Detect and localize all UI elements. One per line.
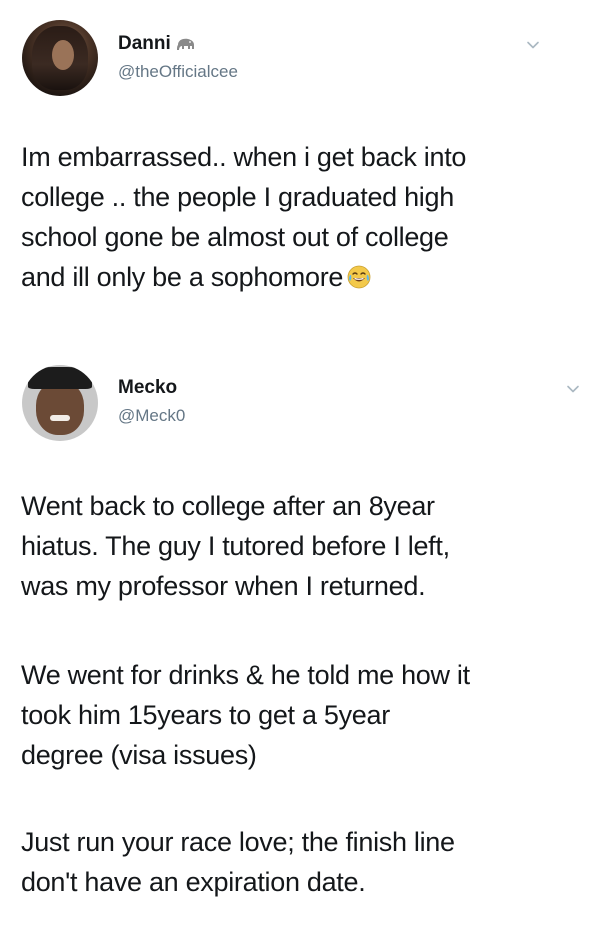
display-name[interactable]: Danni — [118, 33, 197, 55]
tweet-text-line: college .. the people I graduated high — [21, 182, 454, 212]
tweet-text-line: Im embarrassed.. when i get back into — [21, 142, 467, 172]
tweet-text: Im embarrassed.. when i get back into co… — [21, 137, 581, 297]
tweet-text-line: degree (visa issues) — [21, 740, 257, 770]
tweet-text-line: don't have an expiration date. — [21, 867, 366, 897]
avatar-danni[interactable] — [22, 20, 98, 96]
avatar-mecko[interactable] — [22, 365, 98, 441]
tweet-screenshot: Danni @theOfficialcee Im embarrassed.. w… — [0, 0, 600, 937]
user-handle[interactable]: @theOfficialcee — [118, 62, 238, 82]
tweet-text-line: took him 15years to get a 5year — [21, 700, 390, 730]
avatar-face — [52, 40, 74, 70]
avatar-cap — [28, 367, 92, 389]
avatar-face — [36, 381, 84, 435]
tweet-text-segment: and ill only be a sophomore — [21, 262, 344, 292]
avatar-smile — [50, 415, 70, 421]
tweet-paragraph: We went for drinks & he told me how it t… — [21, 655, 581, 775]
tweet-text-line: Went back to college after an 8year — [21, 491, 435, 521]
tweet-text-line: and ill only be a sophomore — [21, 257, 581, 297]
user-handle[interactable]: @Meck0 — [118, 406, 185, 426]
tweet-text-line: hiatus. The guy I tutored before I left, — [21, 531, 450, 561]
chevron-down-icon[interactable] — [526, 38, 540, 52]
tweet-text-line: school gone be almost out of college — [21, 222, 449, 252]
tweet-paragraph: Went back to college after an 8year hiat… — [21, 486, 581, 606]
tweet-paragraph: Just run your race love; the finish line… — [21, 822, 581, 902]
elephant-icon — [176, 38, 194, 50]
tweet-text-line: Just run your race love; the finish line — [21, 827, 455, 857]
display-name-text: Danni — [118, 33, 171, 54]
tweet-text-line: We went for drinks & he told me how it — [21, 660, 470, 690]
chevron-down-icon[interactable] — [566, 382, 580, 396]
face-with-tears-of-joy-icon — [347, 265, 371, 289]
tweet-text-line: was my professor when I returned. — [21, 571, 426, 601]
display-name[interactable]: Mecko — [118, 377, 177, 399]
